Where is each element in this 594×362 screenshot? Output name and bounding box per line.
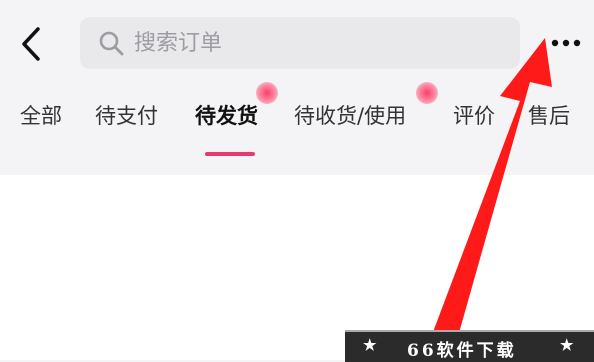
more-icon[interactable] bbox=[546, 30, 586, 56]
header: 全部 待支付 待发货 待收货/使用 评价 售后 bbox=[0, 0, 594, 175]
search-bar[interactable] bbox=[80, 17, 520, 69]
order-tabs: 全部 待支付 待发货 待收货/使用 评价 售后 bbox=[0, 100, 594, 140]
search-input[interactable] bbox=[134, 27, 494, 59]
watermark-text: 66软件下载 bbox=[407, 341, 517, 361]
tab-badge-dot bbox=[416, 82, 438, 104]
star-icon: ★ bbox=[363, 336, 377, 354]
tab-badge-dot bbox=[256, 82, 278, 104]
watermark-banner: ★ 66软件下载 ★ bbox=[345, 330, 594, 362]
tab-pending-receipt[interactable]: 待收货/使用 bbox=[294, 100, 406, 130]
search-icon bbox=[99, 31, 124, 56]
tab-all[interactable]: 全部 bbox=[20, 100, 62, 130]
active-tab-indicator bbox=[205, 152, 255, 156]
tab-after-sales[interactable]: 售后 bbox=[528, 100, 570, 130]
star-icon: ★ bbox=[560, 336, 574, 354]
tab-pending-payment[interactable]: 待支付 bbox=[95, 100, 158, 130]
tab-review[interactable]: 评价 bbox=[453, 100, 495, 130]
tab-pending-shipment[interactable]: 待发货 bbox=[195, 100, 258, 130]
back-icon[interactable] bbox=[14, 24, 50, 64]
